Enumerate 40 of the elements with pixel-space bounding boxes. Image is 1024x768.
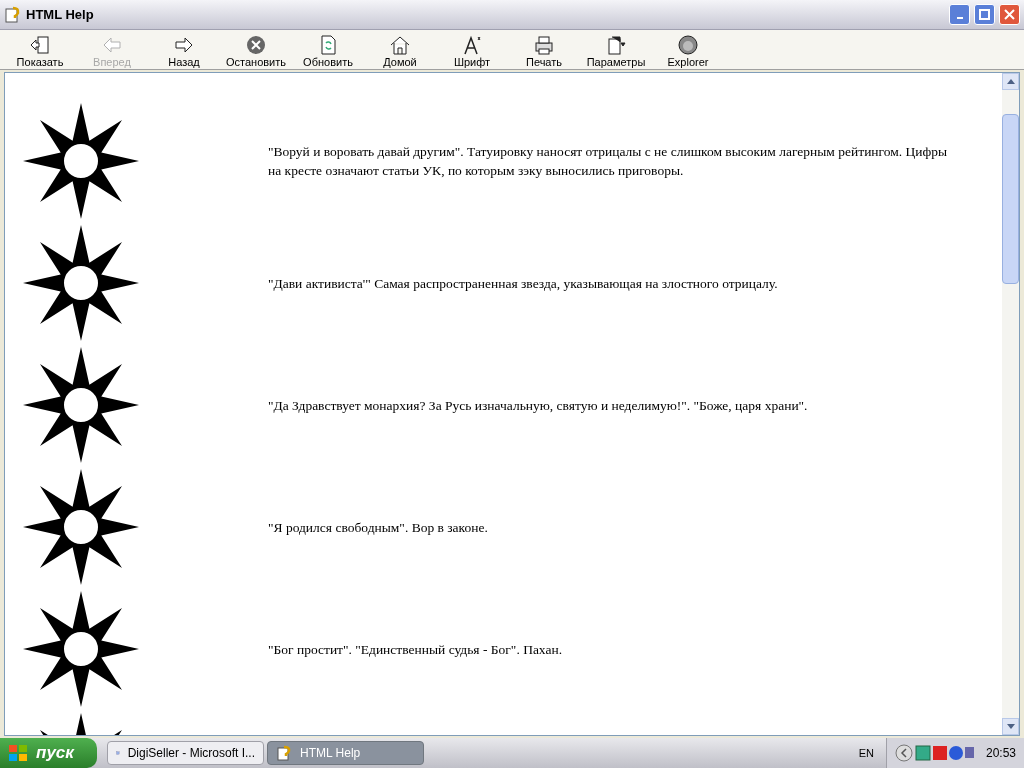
print-icon (533, 34, 555, 56)
toolbar-button[interactable]: Остановить (220, 34, 292, 69)
scroll-down-button[interactable] (1002, 718, 1019, 735)
stop-icon (245, 34, 267, 56)
window-title: HTML Help (26, 5, 95, 24)
tattoo-description: "Бог простит". "Единственный судья - Бог". Пахан. (268, 640, 564, 659)
taskbar-task[interactable]: DigiSeller - Microsoft I... (107, 741, 264, 765)
minimize-icon (956, 17, 963, 19)
maximize-button[interactable] (974, 4, 995, 25)
tattoo-description: "Дави активиста'" Самая распространенная звезда, указывающая на злостного отрицалу. (268, 274, 779, 293)
toolbar-button[interactable]: Explorer (652, 34, 724, 69)
home-icon (389, 34, 411, 56)
help-file-icon (276, 745, 292, 761)
toolbar-button[interactable]: Показать (4, 34, 76, 69)
toolbar-button[interactable]: Параметры (580, 34, 652, 69)
scroll-up-button[interactable] (1002, 73, 1019, 90)
toolbar-button[interactable]: Печать (508, 34, 580, 69)
down-arrow-icon (1006, 724, 1015, 729)
font-icon (461, 34, 483, 56)
scroll-thumb[interactable] (1002, 114, 1019, 284)
show-icon (29, 34, 51, 56)
language-indicator[interactable]: EN (858, 744, 874, 762)
scrollbar[interactable] (1002, 73, 1019, 735)
close-icon (1004, 9, 1015, 20)
toolbar-button[interactable]: Обновить (292, 34, 364, 69)
tattoo-description: "Воруй и воровать давай другим". Татуировку наносят отрицалы с не слишком высоким лагерным рейтингом. Цифры на кресте означают статьи УК, по которым зэку выносились приговоры. (268, 143, 949, 180)
toolbar-button[interactable]: Назад (148, 34, 220, 69)
tattoo-description: "Я родился свободным". Вор в законе. (268, 518, 489, 537)
minimize-button[interactable] (949, 4, 970, 25)
toolbar-button[interactable]: Домой (364, 34, 436, 69)
up-arrow-icon (1006, 79, 1015, 84)
tattoo-description: "Да Здравствует монархия? За Русь изначальную, святую и неделимую!". "Боже, царя храни". (268, 396, 809, 415)
windows-logo-icon (8, 744, 28, 762)
help-file-icon (4, 5, 22, 24)
clock: 20:53 (985, 745, 1016, 762)
close-button[interactable] (999, 4, 1020, 25)
options-icon (605, 34, 627, 56)
toolbar-button[interactable]: Шрифт (436, 34, 508, 69)
maximize-icon (979, 9, 990, 20)
start-button[interactable]: пуск (0, 738, 97, 768)
